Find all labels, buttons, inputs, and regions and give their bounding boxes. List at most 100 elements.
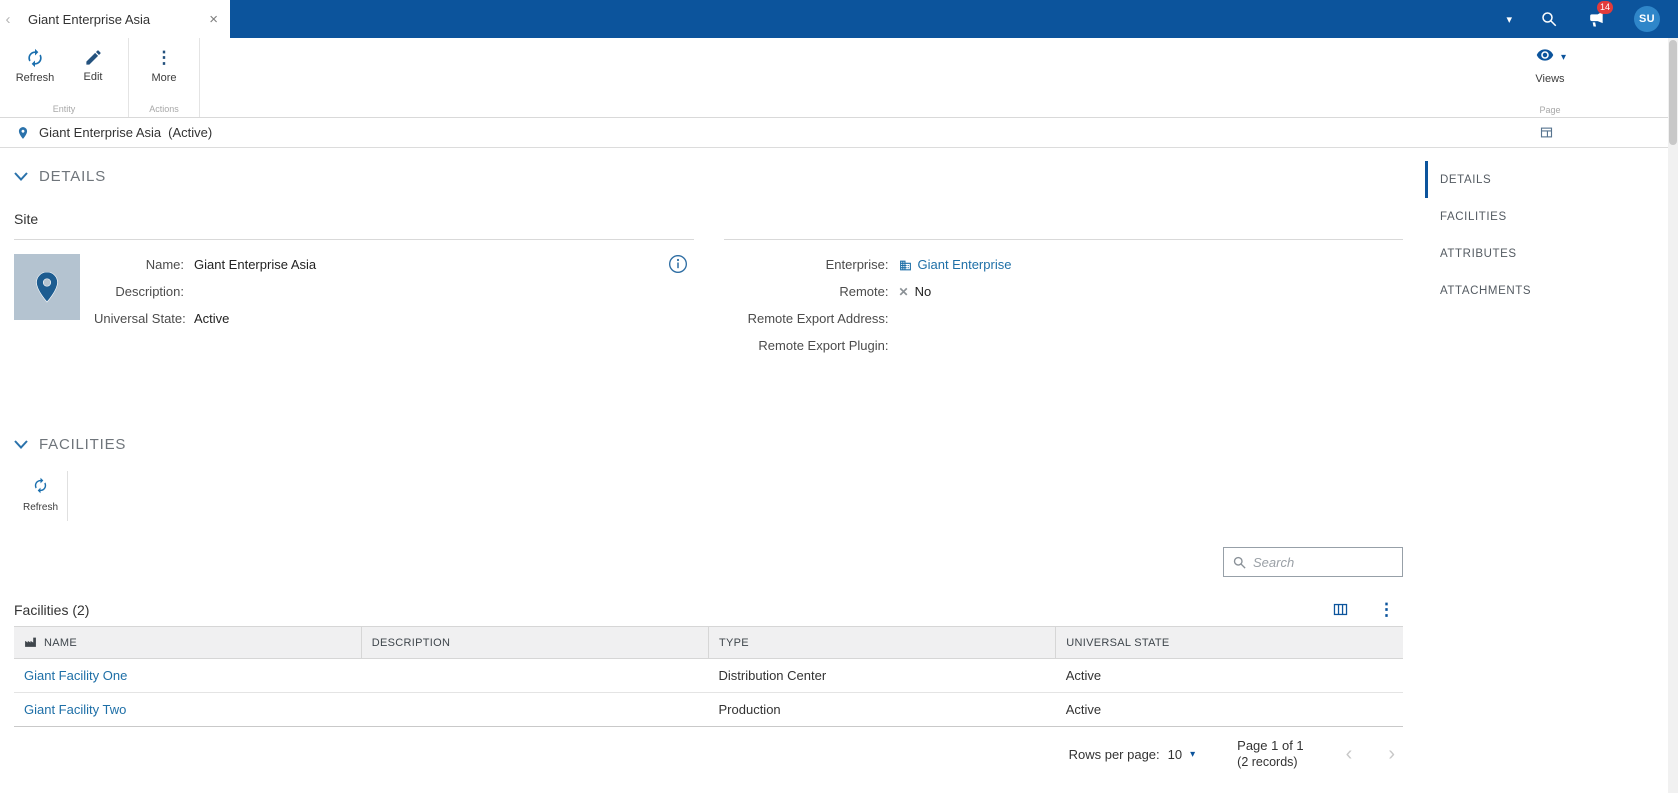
cell-type: Distribution Center (708, 658, 1056, 693)
column-settings-icon[interactable] (1331, 601, 1350, 618)
field-remote: Remote: ✕ No (724, 283, 1404, 301)
facilities-table: NAME DESCRIPTION TYPE UNIVERSAL STATE Gi… (14, 626, 1403, 727)
column-header-universal-state[interactable]: UNIVERSAL STATE (1055, 626, 1403, 659)
previous-page-icon[interactable]: ‹ (1346, 744, 1353, 764)
views-caret-icon: ▾ (1560, 52, 1566, 63)
search-row (14, 547, 1403, 577)
refresh-icon (32, 477, 49, 499)
remote-value: No (914, 284, 932, 299)
page-layout-icon[interactable] (1539, 125, 1554, 140)
tab-giant-enterprise-asia[interactable]: Giant Enterprise Asia × (16, 0, 230, 38)
more-dots-icon: ⋮ (155, 48, 173, 67)
table-row: Giant Facility Two Production Active (14, 692, 1403, 727)
chevron-down-icon (14, 440, 28, 449)
universal-state-value: Active (194, 311, 230, 326)
next-page-icon[interactable]: › (1388, 744, 1395, 764)
chevron-down-icon (14, 172, 28, 181)
page-group-label: Page (1539, 105, 1561, 115)
views-label: Views (1535, 73, 1565, 85)
cell-description (361, 658, 709, 693)
universal-state-label: Universal State: (94, 311, 186, 326)
notification-badge: 14 (1597, 1, 1614, 14)
views-button[interactable]: ▾ Views (1534, 46, 1566, 85)
field-enterprise: Enterprise: Giant Enterprise (724, 256, 1404, 274)
page-info: Page 1 of 1 (2 records) (1237, 737, 1304, 771)
eye-icon (1534, 46, 1556, 69)
nav-item-facilities[interactable]: FACILITIES (1425, 198, 1570, 235)
name-label: Name: (145, 257, 184, 272)
user-avatar[interactable]: SU (1634, 6, 1660, 32)
facility-link[interactable]: Giant Facility One (24, 668, 127, 683)
rows-per-page-label: Rows per page: (1068, 746, 1160, 762)
search-icon (1232, 555, 1247, 570)
refresh-button[interactable]: Refresh (6, 46, 64, 84)
building-icon (899, 259, 912, 272)
facility-link[interactable]: Giant Facility Two (24, 702, 126, 717)
back-chevron-icon[interactable]: ‹ (0, 0, 16, 38)
table-pagination: Rows per page: 10 ▾ Page 1 of 1 (2 recor… (14, 737, 1403, 771)
rows-per-page-caret-icon: ▾ (1190, 748, 1196, 760)
facilities-refresh-label: Refresh (22, 502, 58, 513)
field-universal-state: Universal State: Active (94, 310, 316, 328)
section-nav: DETAILS FACILITIES ATTRIBUTES ATTACHMENT… (1425, 161, 1570, 309)
cross-icon: ✕ (898, 285, 909, 299)
site-subsection-title: Site (14, 211, 39, 227)
topbar-dropdown-caret-icon[interactable]: ▾ (1506, 13, 1512, 26)
search-box[interactable] (1223, 547, 1403, 577)
tab-close-icon[interactable]: × (207, 11, 220, 28)
details-grid: Name: Giant Enterprise Asia Description:… (14, 239, 1403, 364)
announcements-icon[interactable]: 14 (1586, 1, 1614, 29)
cell-type: Production (708, 692, 1056, 727)
search-icon[interactable] (1540, 10, 1558, 28)
search-input[interactable] (1253, 554, 1394, 570)
details-section-title: DETAILS (39, 168, 107, 185)
enterprise-link[interactable]: Giant Enterprise (918, 256, 1012, 274)
field-name: Name: Giant Enterprise Asia (94, 256, 316, 274)
column-header-type[interactable]: TYPE (707, 626, 1056, 659)
remote-label: Remote: (839, 284, 889, 299)
records-count: (2 records) (1237, 755, 1298, 769)
enterprise-label: Enterprise: (825, 257, 889, 272)
table-header-row: NAME DESCRIPTION TYPE UNIVERSAL STATE (14, 626, 1403, 659)
nav-item-details[interactable]: DETAILS (1425, 161, 1570, 198)
toolbar: Refresh Edit Entity ⋮ More Actions ▾ Vie… (0, 38, 1678, 118)
location-pin-large-icon (29, 269, 65, 305)
facilities-count-title: Facilities (2) (14, 601, 90, 618)
top-bar: ‹ Giant Enterprise Asia × ▾ 14 SU (0, 0, 1678, 38)
facility-icon (24, 636, 37, 649)
main-content: DETAILS Site Name: Giant Enterprise Asia… (14, 148, 1403, 771)
nav-item-attributes[interactable]: ATTRIBUTES (1425, 235, 1570, 272)
facilities-refresh-button[interactable]: Refresh (14, 471, 68, 521)
vertical-scrollbar[interactable] (1668, 38, 1678, 793)
topbar-actions: ▾ 14 SU (1506, 0, 1678, 38)
column-header-description[interactable]: DESCRIPTION (360, 626, 709, 659)
details-left-column: Name: Giant Enterprise Asia Description:… (14, 239, 694, 364)
info-icon[interactable] (668, 254, 688, 279)
table-menu-icon[interactable]: ⋮ (1378, 601, 1395, 618)
more-button[interactable]: ⋮ More (135, 46, 193, 84)
cell-description (361, 692, 709, 727)
edit-label: Edit (83, 71, 103, 83)
more-label: More (151, 72, 177, 84)
column-header-name[interactable]: NAME (14, 626, 362, 659)
scrollbar-thumb[interactable] (1669, 40, 1677, 145)
table-row: Giant Facility One Distribution Center A… (14, 658, 1403, 693)
facilities-section-header[interactable]: FACILITIES (14, 436, 1403, 453)
facilities-section-title: FACILITIES (39, 436, 127, 453)
location-pin-icon (16, 126, 30, 140)
page-title-state: (Active) (168, 125, 213, 140)
nav-item-attachments[interactable]: ATTACHMENTS (1425, 272, 1570, 309)
remote-export-address-label: Remote Export Address: (747, 311, 889, 326)
description-label: Description: (115, 284, 184, 299)
edit-button[interactable]: Edit (64, 46, 122, 84)
field-remote-export-plugin: Remote Export Plugin: (724, 337, 1404, 355)
actions-group-label: Actions (149, 104, 179, 114)
tab-title: Giant Enterprise Asia (28, 11, 151, 27)
field-description: Description: (94, 283, 316, 301)
page-count: Page 1 of 1 (1237, 738, 1304, 753)
entity-title-bar: Giant Enterprise Asia (Active) (0, 118, 1678, 148)
rows-per-page-select[interactable]: Rows per page: 10 ▾ (1069, 747, 1196, 762)
details-section-header[interactable]: DETAILS (14, 168, 1403, 185)
toolbar-entity-group: Refresh Edit Entity (0, 38, 129, 117)
